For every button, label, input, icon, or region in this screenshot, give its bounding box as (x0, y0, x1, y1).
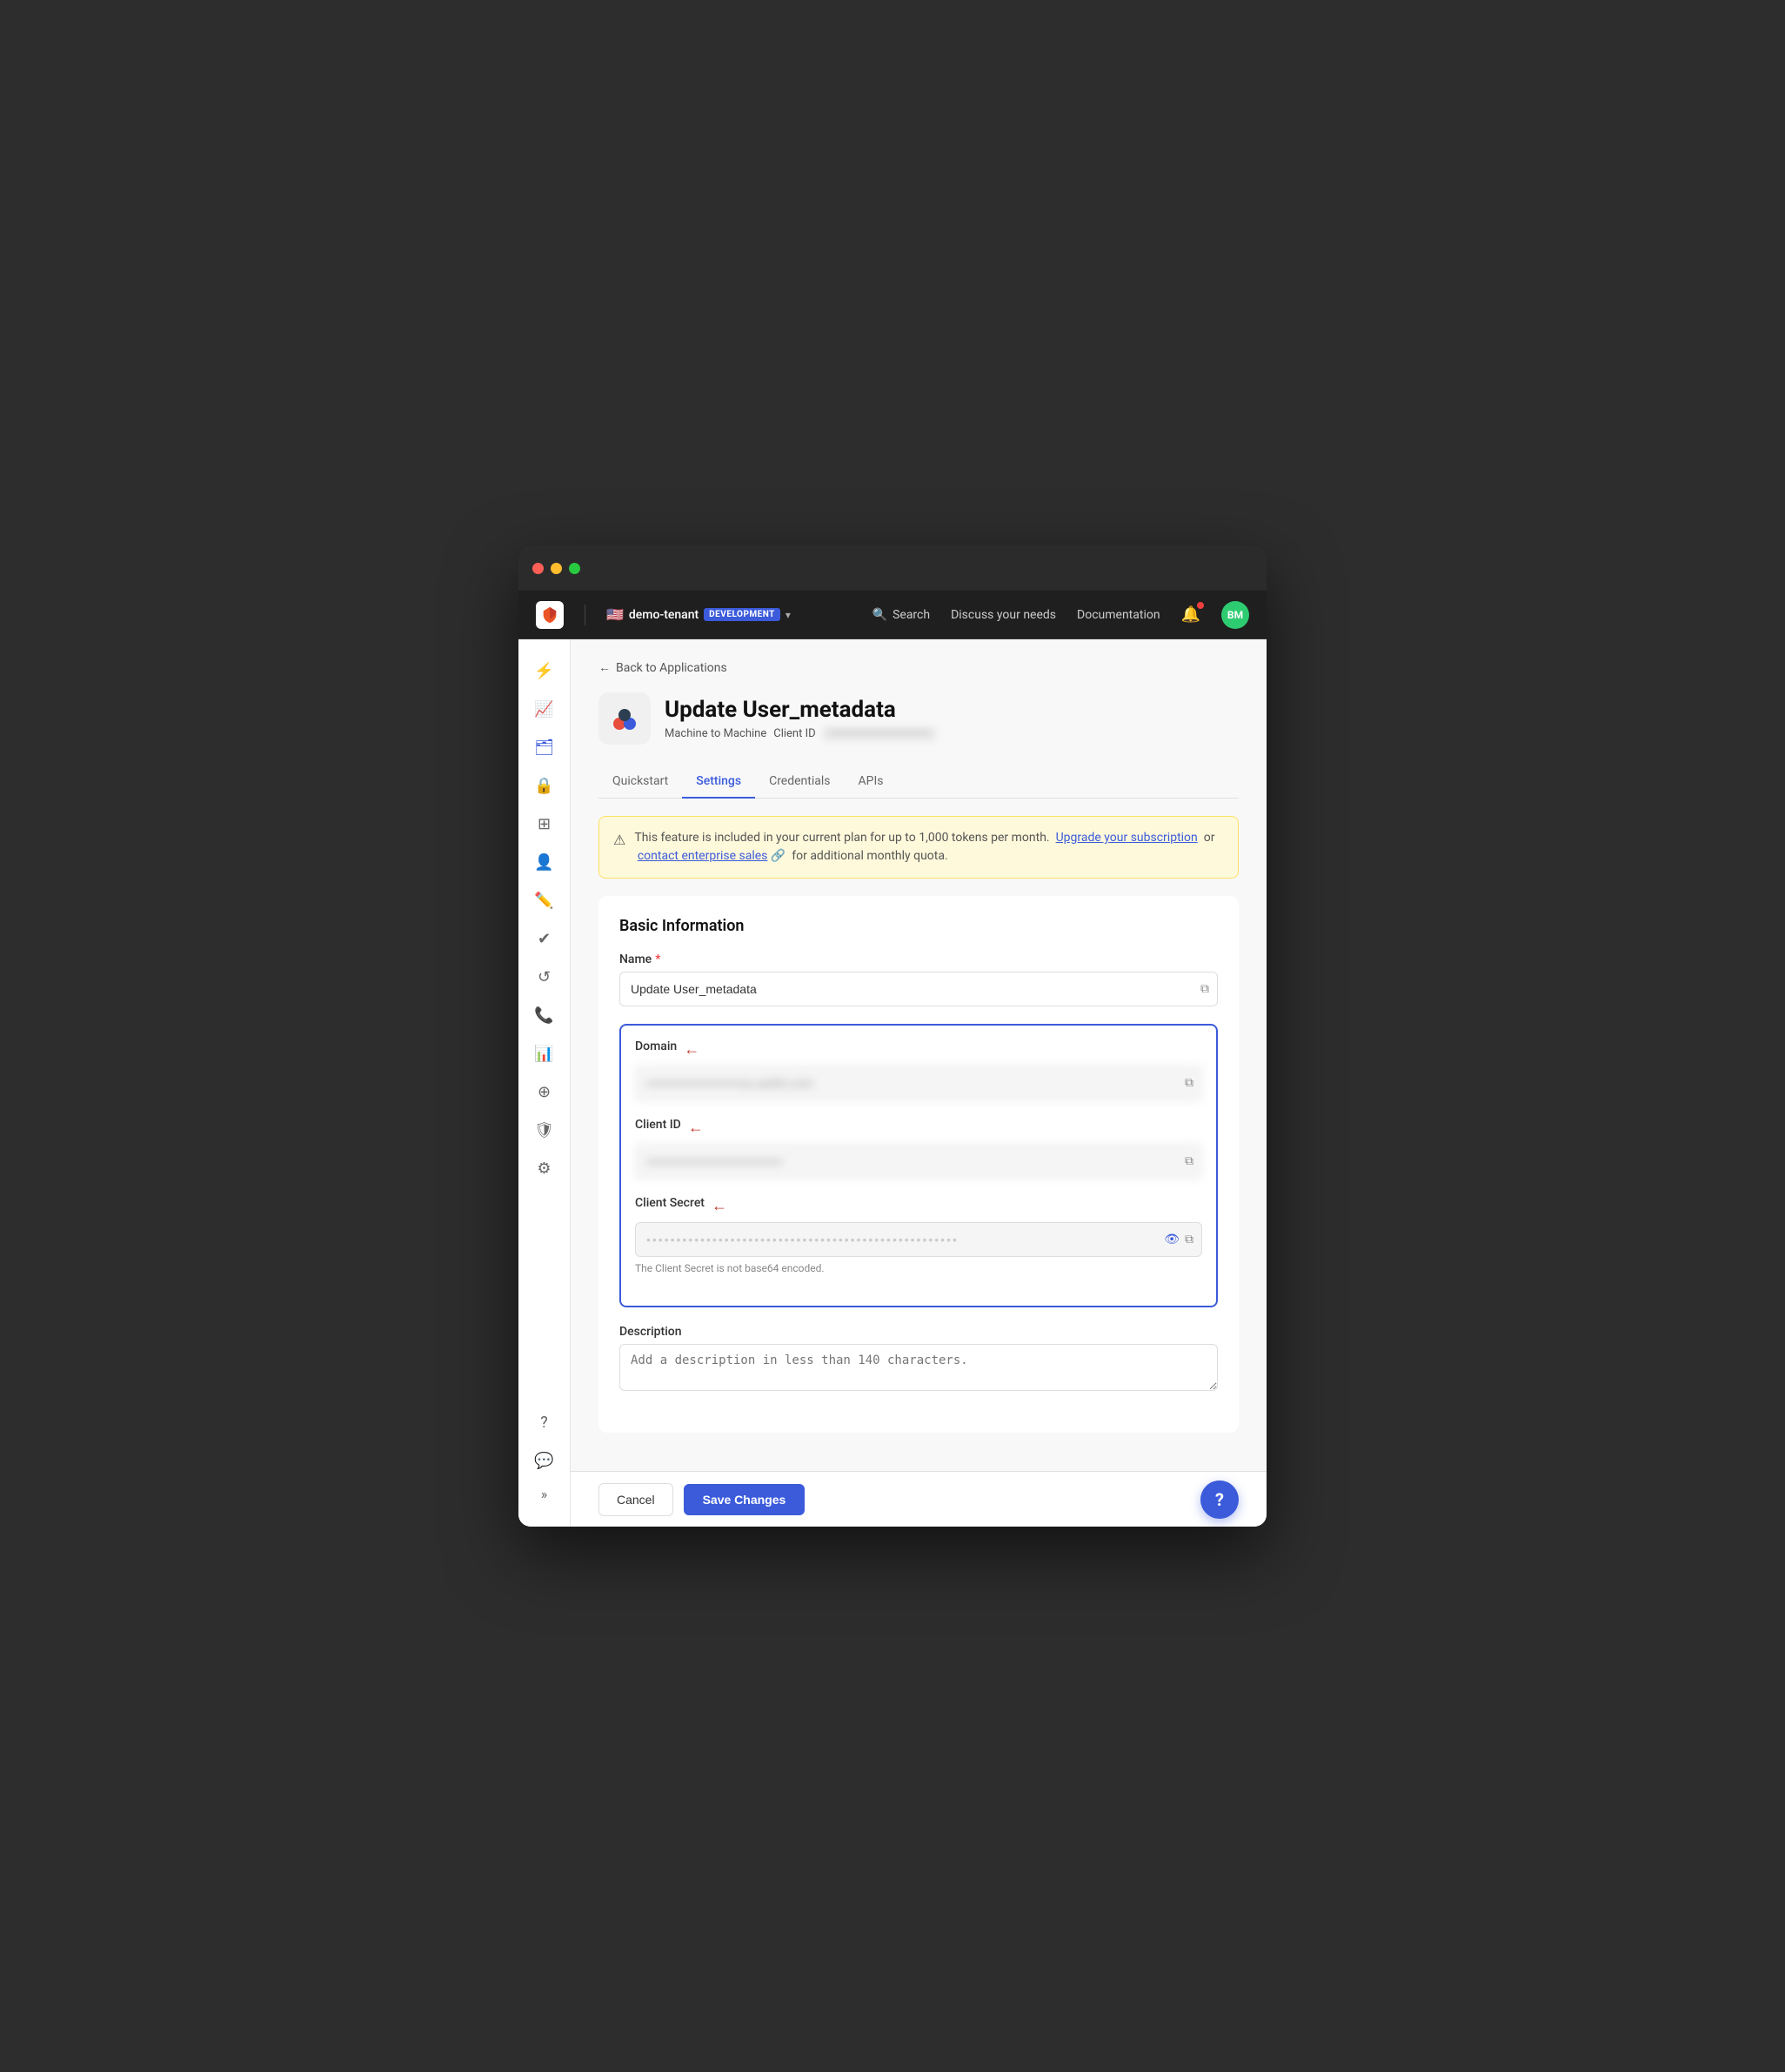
sidebar-item-security[interactable]: 🔒 (527, 768, 562, 803)
sidebar-item-extensions[interactable]: ⊕ (527, 1074, 562, 1109)
search-icon: 🔍 (872, 608, 887, 622)
sidebar-item-rules[interactable]: ✏️ (527, 883, 562, 918)
alert-text: This feature is included in your current… (634, 829, 1224, 866)
app-type: Machine to Machine (665, 727, 766, 740)
tab-apis[interactable]: APIs (845, 765, 898, 799)
app-title-group: Update User_metadata Machine to Machine … (665, 697, 936, 741)
client-secret-copy-button[interactable]: ⧉ (1185, 1233, 1193, 1247)
name-input[interactable] (619, 972, 1218, 1006)
help-fab-button[interactable]: ? (1200, 1480, 1239, 1519)
warning-icon: ⚠ (613, 830, 625, 851)
client-secret-label: Client Secret (635, 1196, 705, 1210)
domain-copy-button[interactable]: ⧉ (1185, 1076, 1193, 1090)
card-title: Basic Information (619, 917, 1218, 935)
traffic-light-green[interactable] (569, 563, 580, 574)
alert-text-after: for additional monthly quota. (792, 849, 947, 863)
sidebar-item-users[interactable]: 👤 (527, 845, 562, 879)
client-id-input-wrapper: ⧉ (635, 1144, 1202, 1179)
logo (536, 601, 564, 629)
domain-label: Domain (635, 1039, 677, 1053)
tenant-badge: DEVELOPMENT (704, 608, 780, 621)
client-id-input (635, 1144, 1202, 1179)
name-input-wrapper: ⧉ (619, 972, 1218, 1006)
credentials-section: Domain ← ⧉ Client ID (619, 1024, 1218, 1307)
app-header: Update User_metadata Machine to Machine … (598, 692, 1239, 745)
tab-quickstart[interactable]: Quickstart (598, 765, 682, 799)
client-id-copy-button[interactable]: ⧉ (1185, 1154, 1193, 1168)
basic-information-card: Basic Information Name * ⧉ (598, 896, 1239, 1433)
client-id-arrow-icon: ← (688, 1119, 704, 1137)
domain-form-group: Domain ← ⧉ (635, 1039, 1202, 1100)
app-title: Update User_metadata (665, 697, 936, 723)
sidebar-item-settings[interactable]: ⚙ (527, 1151, 562, 1186)
description-input[interactable] (619, 1344, 1218, 1391)
footer-bar: Cancel Save Changes ? (571, 1471, 1267, 1527)
sidebar-item-reports[interactable]: 📊 (527, 1036, 562, 1071)
alert-text-middle: or (1204, 831, 1215, 845)
sidebar-item-shield[interactable]: 🛡 (527, 1113, 562, 1147)
upgrade-subscription-link[interactable]: Upgrade your subscription (1056, 831, 1198, 845)
name-copy-button[interactable]: ⧉ (1200, 982, 1209, 996)
search-label: Search (892, 608, 930, 622)
name-required-indicator: * (655, 952, 660, 966)
client-secret-input (635, 1222, 1202, 1257)
client-id-field-label: Client ID (635, 1118, 681, 1132)
domain-input (635, 1066, 1202, 1100)
avatar[interactable]: BM (1221, 601, 1249, 629)
main-content: ← Back to Applications Update User_metad… (571, 639, 1267, 1471)
sidebar-item-analytics[interactable]: 📈 (527, 692, 562, 726)
name-form-group: Name * ⧉ (619, 952, 1218, 1006)
domain-input-wrapper: ⧉ (635, 1066, 1202, 1100)
tabs: Quickstart Settings Credentials APIs (598, 765, 1239, 799)
app-icon (598, 692, 651, 745)
description-form-group: Description (619, 1325, 1218, 1394)
top-nav: 🇺🇸 demo-tenant DEVELOPMENT ▾ 🔍 Search Di… (518, 591, 1267, 639)
flag-icon: 🇺🇸 (606, 606, 624, 623)
name-label: Name * (619, 952, 1218, 966)
traffic-light-red[interactable] (532, 563, 544, 574)
description-label: Description (619, 1325, 1218, 1339)
contact-enterprise-link[interactable]: contact enterprise sales (638, 849, 768, 863)
sidebar-item-chat[interactable]: 💬 (527, 1443, 562, 1478)
search-button[interactable]: 🔍 Search (872, 608, 930, 622)
domain-arrow-icon: ← (684, 1040, 699, 1059)
client-id-label: Client ID (773, 727, 815, 740)
client-id-form-group: Client ID ← ⧉ (635, 1118, 1202, 1179)
back-link-label: Back to Applications (616, 661, 727, 675)
back-arrow-icon: ← (598, 660, 611, 675)
client-secret-input-wrapper: 👁 ⧉ (635, 1222, 1202, 1257)
tab-credentials[interactable]: Credentials (755, 765, 844, 799)
sidebar-item-phone[interactable]: 📞 (527, 998, 562, 1033)
sidebar-item-hooks[interactable]: ✔ (527, 921, 562, 956)
cancel-button[interactable]: Cancel (598, 1483, 673, 1516)
save-changes-button[interactable]: Save Changes (684, 1484, 806, 1515)
tenant-name: demo-tenant (629, 608, 699, 622)
app-meta: Machine to Machine Client ID •••••••••••… (665, 726, 936, 741)
alert-banner: ⚠ This feature is included in your curre… (598, 816, 1239, 879)
traffic-light-yellow[interactable] (551, 563, 562, 574)
tenant-selector[interactable]: 🇺🇸 demo-tenant DEVELOPMENT ▾ (606, 606, 791, 623)
sidebar-item-help[interactable]: ? (527, 1405, 562, 1440)
documentation-link[interactable]: Documentation (1077, 608, 1160, 622)
discuss-needs-link[interactable]: Discuss your needs (951, 608, 1056, 622)
show-secret-button[interactable]: 👁 (1164, 1233, 1180, 1247)
notifications-button[interactable]: 🔔 (1181, 605, 1200, 624)
alert-text-before: This feature is included in your current… (634, 831, 1049, 845)
client-secret-icons: 👁 ⧉ (1164, 1233, 1193, 1247)
tab-settings[interactable]: Settings (682, 765, 755, 799)
sidebar-item-activity[interactable]: ⚡ (527, 653, 562, 688)
sidebar: ⚡ 📈 🗂 🔒 ⊞ 👤 ✏️ ✔ ↺ 📞 📊 ⊕ 🛡 ⚙ ? 💬 » (518, 639, 571, 1527)
notification-badge (1197, 602, 1204, 609)
back-to-applications-link[interactable]: ← Back to Applications (598, 660, 1239, 675)
app-client-id: •••••••••••••••••••••••••• (823, 726, 936, 741)
client-secret-arrow-icon: ← (712, 1197, 727, 1215)
sidebar-item-dashboard[interactable]: ⊞ (527, 806, 562, 841)
sidebar-item-flows[interactable]: ↺ (527, 959, 562, 994)
client-secret-form-group: Client Secret ← 👁 ⧉ The Client Secret (635, 1196, 1202, 1274)
sidebar-item-applications[interactable]: 🗂 (527, 730, 562, 765)
main-layout: ⚡ 📈 🗂 🔒 ⊞ 👤 ✏️ ✔ ↺ 📞 📊 ⊕ 🛡 ⚙ ? 💬 » (518, 639, 1267, 1527)
sidebar-expand-button[interactable]: » (527, 1481, 562, 1506)
chevron-down-icon[interactable]: ▾ (786, 609, 791, 621)
client-secret-hint: The Client Secret is not base64 encoded. (635, 1262, 1202, 1274)
